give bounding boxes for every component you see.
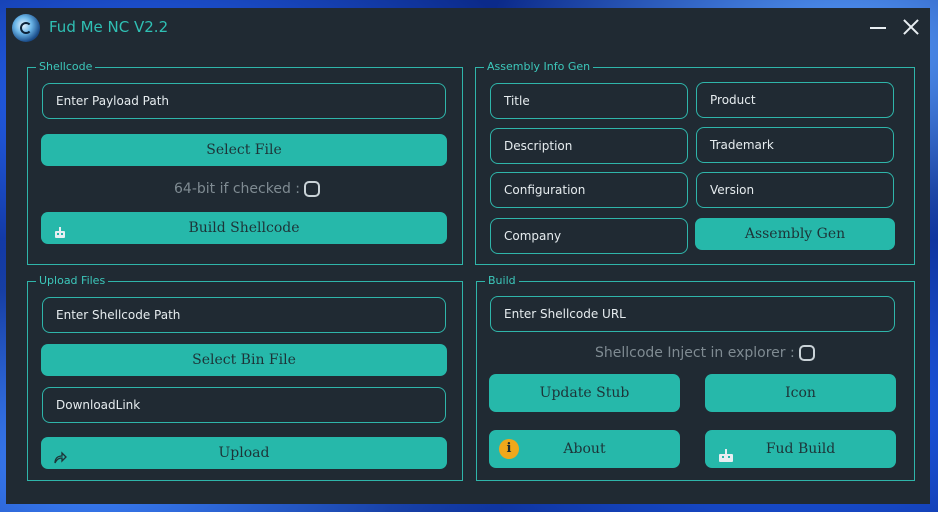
icon-button[interactable]: Icon bbox=[705, 374, 896, 412]
assembly-gen-button[interactable]: Assembly Gen bbox=[695, 218, 895, 250]
fud-build-button[interactable]: Fud Build bbox=[705, 430, 896, 468]
shellcode-group: Shellcode Enter Payload Path Select File… bbox=[27, 60, 463, 265]
shellcode-path-input[interactable]: Enter Shellcode Path bbox=[42, 297, 446, 333]
x64-checkbox[interactable] bbox=[304, 181, 321, 197]
version-input[interactable]: Version bbox=[696, 172, 894, 208]
trademark-input[interactable]: Trademark bbox=[696, 127, 894, 163]
update-stub-button[interactable]: Update Stub bbox=[489, 374, 680, 412]
upload-files-group-label: Upload Files bbox=[36, 274, 109, 288]
title-input[interactable]: Title bbox=[490, 83, 688, 119]
product-input[interactable]: Product bbox=[696, 82, 894, 118]
about-button[interactable]: i About bbox=[489, 430, 680, 468]
robot-icon bbox=[53, 220, 67, 252]
upload-files-group: Upload Files Enter Shellcode Path Select… bbox=[27, 274, 463, 481]
select-file-button[interactable]: Select File bbox=[41, 134, 447, 166]
build-shellcode-button[interactable]: Build Shellcode bbox=[41, 212, 447, 244]
download-link-input[interactable]: DownloadLink bbox=[42, 387, 446, 423]
upload-label: Upload bbox=[218, 445, 270, 461]
build-group-label: Build bbox=[485, 274, 519, 288]
shellcode-group-label: Shellcode bbox=[36, 60, 96, 74]
build-shellcode-label: Build Shellcode bbox=[188, 220, 300, 236]
inject-explorer-label: Shellcode Inject in explorer : bbox=[595, 345, 795, 361]
inject-explorer-row: Shellcode Inject in explorer : bbox=[595, 343, 815, 363]
x64-checkbox-row: 64-bit if checked : bbox=[174, 179, 321, 199]
title-bar: Fud Me NC V2.2 bbox=[6, 8, 930, 48]
description-input[interactable]: Description bbox=[490, 128, 688, 164]
info-icon: i bbox=[499, 439, 519, 459]
about-label: About bbox=[563, 441, 606, 457]
app-logo-icon bbox=[12, 14, 40, 42]
shellcode-url-input[interactable]: Enter Shellcode URL bbox=[490, 296, 895, 332]
robot-icon bbox=[717, 441, 735, 479]
main-window: Fud Me NC V2.2 Shellcode Enter Payload P… bbox=[6, 8, 930, 504]
fud-build-label: Fud Build bbox=[765, 441, 836, 457]
share-arrow-icon bbox=[53, 445, 67, 477]
select-bin-file-button[interactable]: Select Bin File bbox=[41, 344, 447, 376]
company-input[interactable]: Company bbox=[490, 218, 688, 254]
close-icon[interactable] bbox=[900, 16, 922, 38]
minimize-icon[interactable] bbox=[868, 16, 888, 38]
payload-path-input[interactable]: Enter Payload Path bbox=[42, 83, 446, 119]
upload-button[interactable]: Upload bbox=[41, 437, 447, 469]
inject-explorer-checkbox[interactable] bbox=[798, 345, 815, 361]
app-title: Fud Me NC V2.2 bbox=[49, 18, 169, 36]
build-group: Build Enter Shellcode URL Shellcode Inje… bbox=[476, 274, 915, 481]
configuration-input[interactable]: Configuration bbox=[490, 172, 688, 208]
assembly-info-group-label: Assembly Info Gen bbox=[484, 60, 594, 74]
assembly-info-group: Assembly Info Gen Title Product Descript… bbox=[475, 60, 915, 265]
x64-checkbox-label: 64-bit if checked : bbox=[174, 181, 301, 197]
